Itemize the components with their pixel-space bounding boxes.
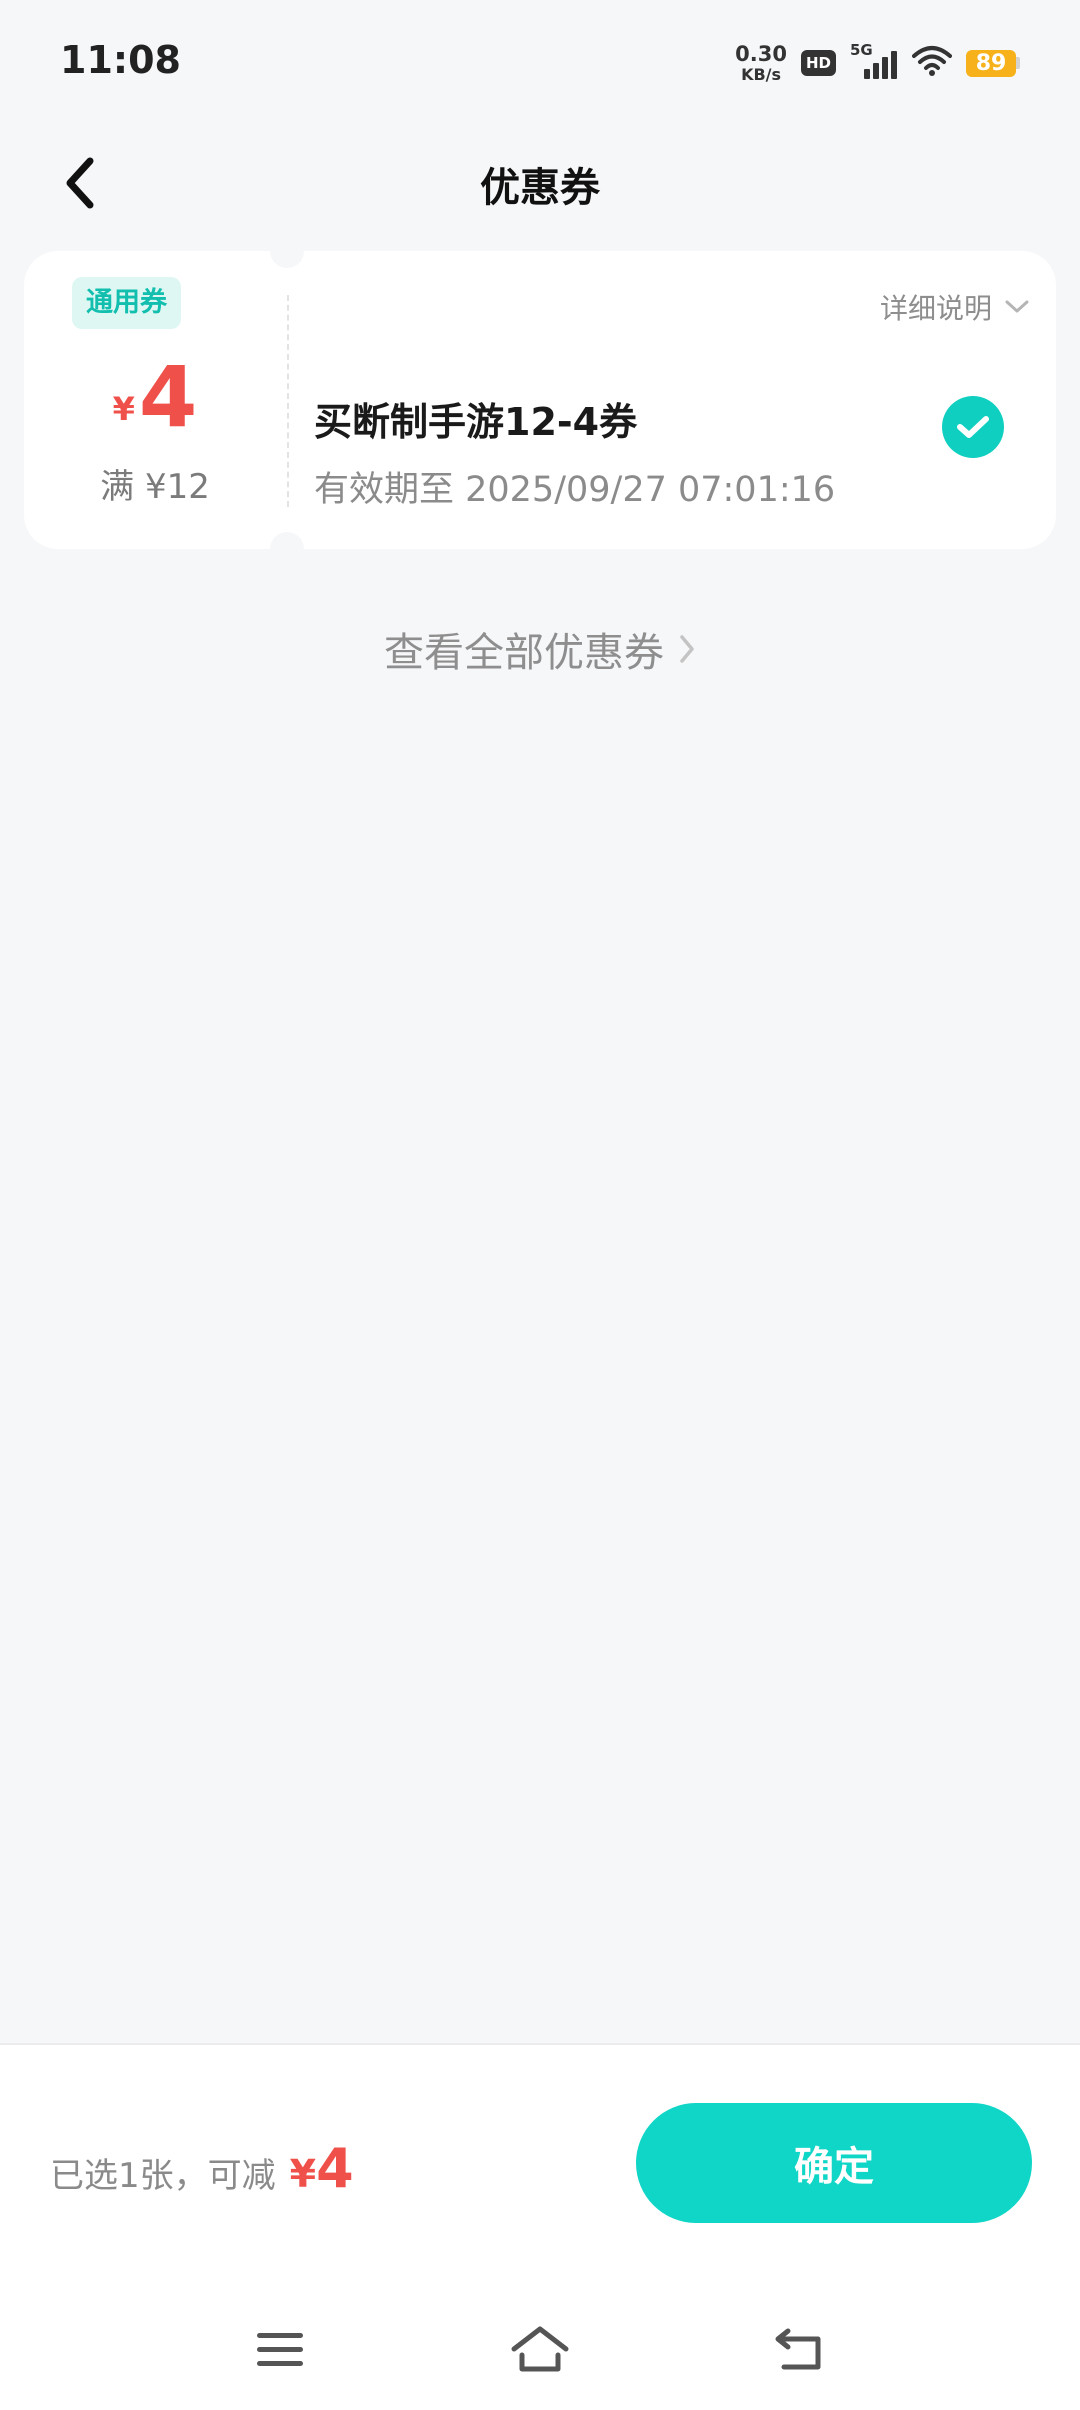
view-all-label: 查看全部优惠券 — [384, 630, 664, 676]
coupon-expiry: 有效期至 2025/09/27 07:01:16 — [314, 470, 836, 510]
check-icon — [957, 416, 989, 438]
coupon-value-section: 通用券 ¥4 满 ¥12 — [24, 251, 286, 549]
coupon-select-checkbox[interactable] — [942, 396, 1004, 458]
header: 优惠券 — [0, 125, 1080, 235]
coupon-amount: ¥4 — [24, 355, 286, 439]
coupon-type-badge: 通用券 — [72, 277, 181, 329]
home-button[interactable] — [500, 2310, 580, 2390]
wifi-icon — [912, 44, 952, 82]
status-icons: 0.30 KB/s HD 5G 89 — [735, 38, 1020, 88]
back-icon — [775, 2328, 821, 2370]
home-icon — [511, 2326, 569, 2372]
status-bar: 11:08 0.30 KB/s HD 5G 89 — [0, 0, 1080, 125]
coupon-divider — [287, 295, 289, 507]
selected-summary: 已选1张，可减 ¥4 — [50, 2137, 354, 2200]
hd-icon: HD — [800, 50, 836, 76]
coupon-amount-value: 4 — [138, 348, 198, 446]
view-all-coupons-link[interactable]: 查看全部优惠券 — [0, 620, 1080, 678]
back-nav-button[interactable] — [760, 2310, 840, 2390]
battery-icon: 89 — [966, 49, 1020, 77]
chevron-right-icon — [680, 635, 694, 663]
detail-label: 详细说明 — [879, 292, 992, 325]
battery-level: 89 — [966, 49, 1016, 77]
confirm-button[interactable]: 确定 — [636, 2103, 1032, 2223]
coupon-name: 买断制手游12-4券 — [314, 400, 638, 444]
bottom-bar: 已选1张，可减 ¥4 确定 — [0, 2043, 1080, 2410]
menu-icon — [257, 2333, 303, 2366]
discount-currency: ¥ — [289, 2152, 317, 2196]
detail-toggle[interactable]: 详细说明 — [880, 287, 1030, 327]
coupon-card[interactable]: 通用券 ¥4 满 ¥12 详细说明 买断制手游12-4券 有效期至 2025/0… — [24, 234, 1056, 566]
chevron-down-icon — [1005, 300, 1029, 313]
menu-button[interactable] — [240, 2310, 320, 2390]
discount-amount-value: 4 — [316, 2137, 354, 2200]
discount-amount: ¥4 — [290, 2137, 354, 2200]
summary-text: 已选1张，可减 — [50, 2156, 276, 2196]
page-title: 优惠券 — [480, 165, 600, 211]
system-nav-bar — [0, 2295, 1080, 2405]
network-speed-unit: KB/s — [741, 64, 782, 84]
network-speed-value: 0.30 — [735, 41, 787, 66]
coupon-min-spend: 满 ¥12 — [100, 467, 210, 507]
coupon-currency: ¥ — [112, 390, 135, 428]
status-time: 11:08 — [60, 38, 181, 82]
signal-5g-icon: 5G — [850, 41, 898, 81]
network-speed: 0.30 KB/s — [735, 41, 787, 84]
